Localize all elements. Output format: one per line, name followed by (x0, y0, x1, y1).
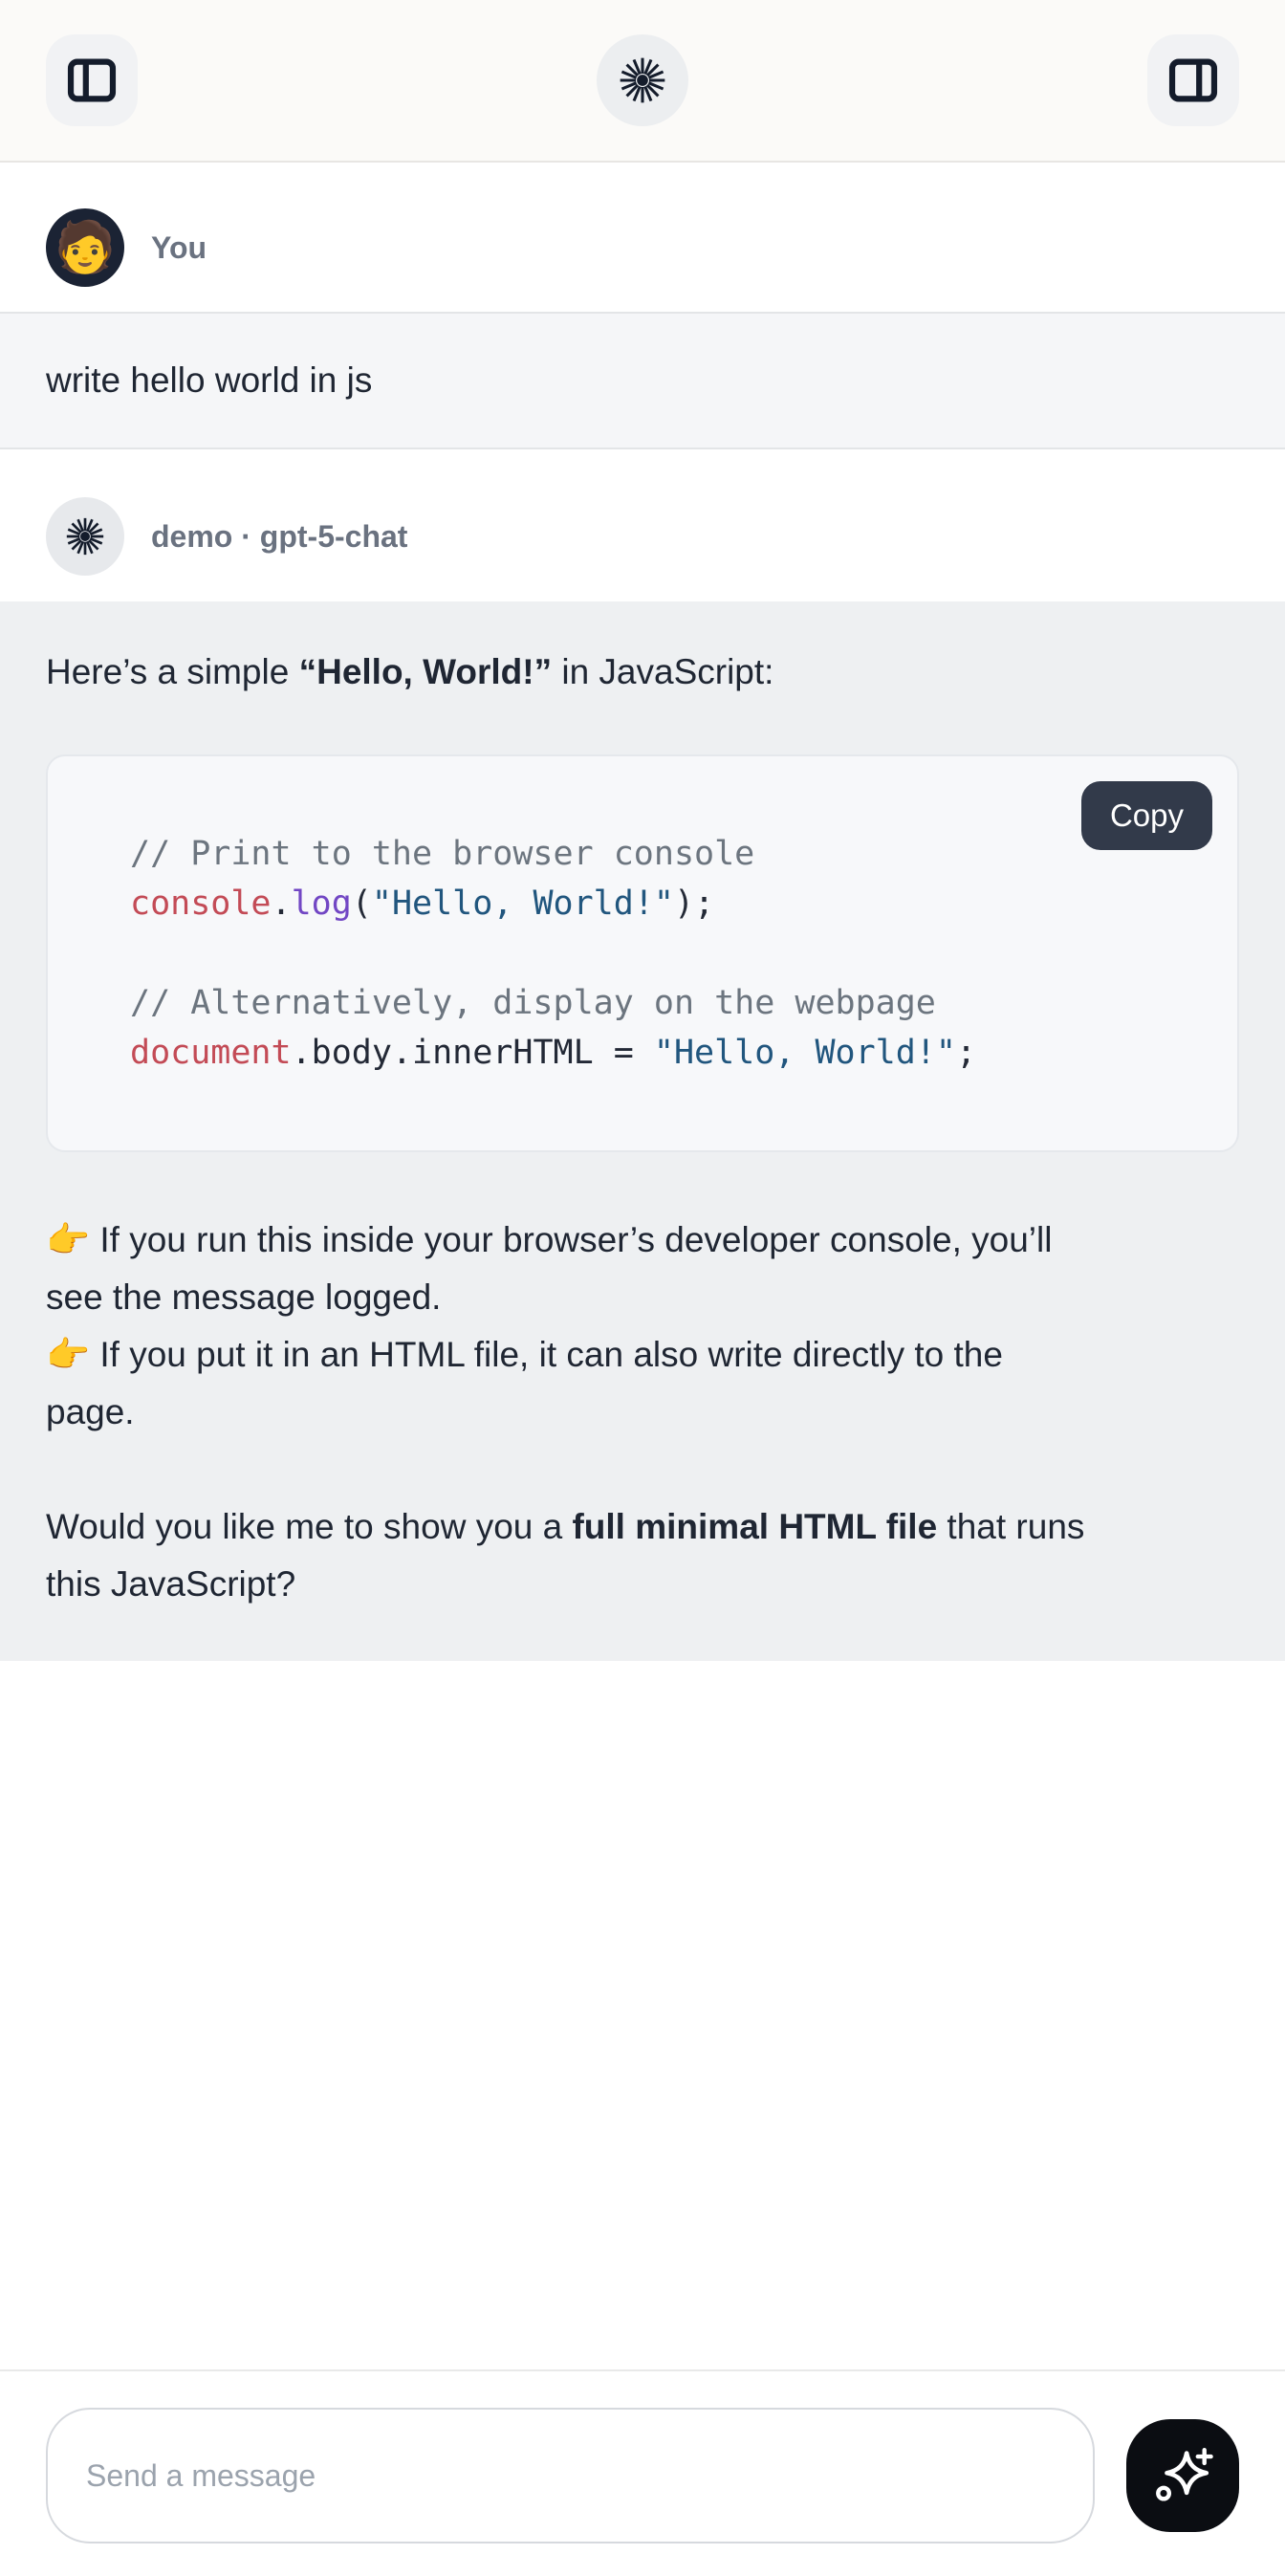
user-message-text: write hello world in js (46, 352, 1239, 409)
sidebar-toggle-button[interactable] (46, 34, 138, 126)
assistant-paragraph: 👉 If you run this inside your browser’s … (46, 1212, 1239, 1441)
assistant-paragraph: Would you like me to show you a full min… (46, 1498, 1239, 1613)
user-message-bubble: write hello world in js (0, 312, 1285, 449)
right-panel-toggle-button[interactable] (1147, 34, 1239, 126)
user-sender-name: You (151, 230, 207, 266)
sparkles-icon (1151, 2444, 1214, 2507)
assistant-avatar (46, 497, 124, 576)
message-input[interactable] (46, 2408, 1095, 2543)
starburst-logo-icon (616, 54, 669, 107)
code-block: Copy // Print to the browser consolecons… (46, 754, 1239, 1152)
panel-right-icon (1164, 51, 1223, 110)
assistant-sender-name: demo · gpt-5-chat (151, 519, 407, 555)
app-logo-badge (597, 34, 688, 126)
user-avatar: 🧑 (46, 208, 124, 287)
starburst-avatar-icon (63, 514, 107, 558)
user-sender-row: 🧑 You (0, 208, 1285, 287)
chat-scroll-area: 🧑 You write hello world in js demo · gpt… (0, 163, 1285, 2369)
app-root: { "topbar": { "left_button_icon": "panel… (0, 0, 1285, 2576)
panel-left-icon (62, 51, 121, 110)
top-bar (0, 0, 1285, 163)
code-content: // Print to the browser consoleconsole.l… (130, 829, 1199, 1078)
send-button[interactable] (1126, 2419, 1239, 2532)
user-avatar-emoji: 🧑 (54, 223, 117, 273)
composer (0, 2369, 1285, 2576)
assistant-intro-text: Here’s a simple “Hello, World!” in JavaS… (46, 644, 1239, 701)
copy-button[interactable]: Copy (1081, 781, 1212, 850)
assistant-message-bubble: Here’s a simple “Hello, World!” in JavaS… (0, 601, 1285, 1661)
assistant-sender-row: demo · gpt-5-chat (0, 497, 1285, 576)
